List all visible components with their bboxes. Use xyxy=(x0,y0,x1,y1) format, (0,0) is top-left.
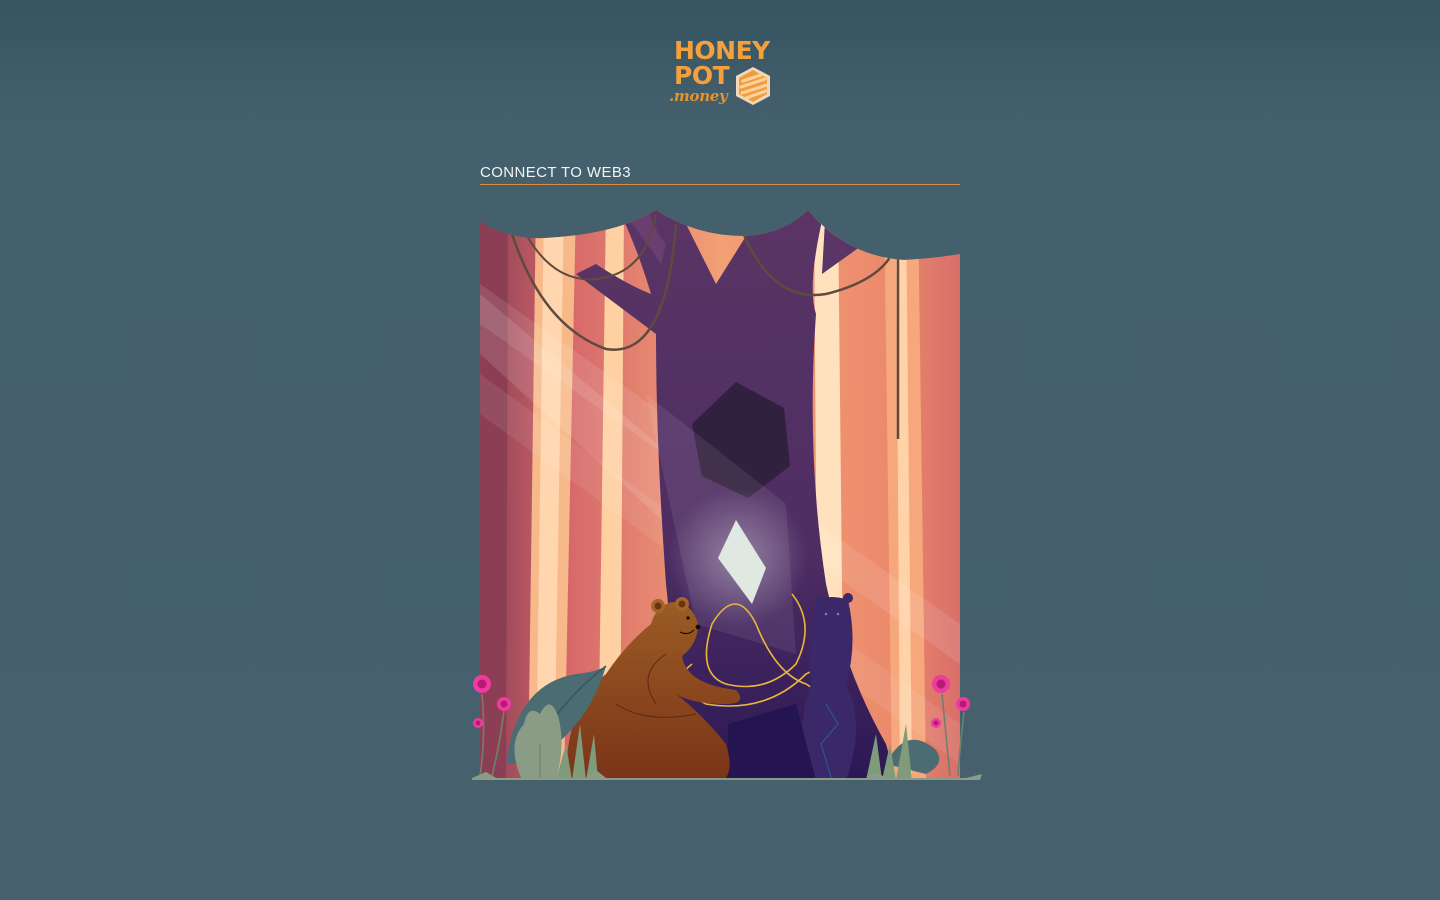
forest-bears-illustration xyxy=(466,204,986,784)
connect-web3-title: CONNECT TO WEB3 xyxy=(480,164,632,181)
connect-web3-header: CONNECT TO WEB3 xyxy=(480,160,960,185)
logo-text-money: .money xyxy=(669,87,728,105)
logo-text-pot: POT xyxy=(674,61,730,90)
honeycomb-hexagon-icon xyxy=(736,67,770,105)
honeypot-logo[interactable]: HONEY POT .money xyxy=(666,36,778,112)
logo-text-honey: HONEY xyxy=(674,36,770,65)
illustration-svg xyxy=(472,210,982,780)
